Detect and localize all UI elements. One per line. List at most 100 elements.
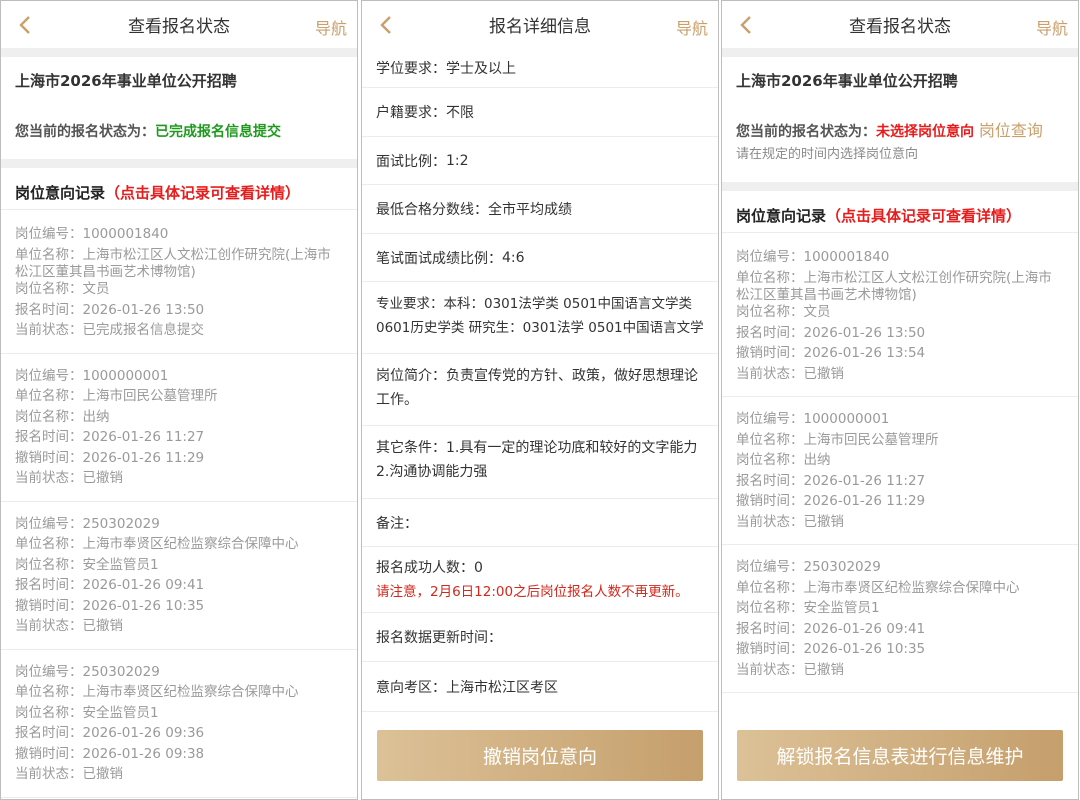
intro-line: 工作。 [376,392,418,408]
record-line: 岗位名称：文员 [15,281,110,297]
record-line: 当前状态：已撤销 [736,513,844,530]
record-line: 报名时间：2026-01-26 09:41 [736,620,926,637]
records-title: 岗位意向记录 [15,184,106,202]
detail-row: 面试比例： 1:2 [362,137,718,185]
detail-row: 笔试面试成绩比例： 4:6 [362,234,718,282]
detail-row: 学位要求： 学士及以上 [362,48,718,88]
record-line: 单位名称：上海市奉贤区纪检监察综合保障中心 [15,684,299,700]
detail-label: 笔试面试成绩比例： [376,250,502,267]
status-line: 您当前的报名状态为：未选择岗位意向 岗位查询 [736,117,1064,141]
status-label: 您当前的报名状态为： [736,124,876,140]
record-line: 撤销时间：2026-01-26 10:35 [736,641,926,657]
detail-label: 面试比例： [376,153,446,170]
back-button[interactable] [736,14,758,36]
record-line: 单位名称：上海市松江区人文松江创作研究院(上海市 [736,269,1052,286]
detail-list: 学位要求： 学士及以上 户籍要求： 不限 面试比例： 1:2 最低合格分数线： 全市平均… [362,48,718,712]
record-item[interactable]: 岗位编号：1000000001 单位名称：上海市回民公墓管理所 岗位名称：出纳 … [722,397,1078,545]
chevron-left-icon [380,16,391,34]
record-line: 岗位名称：安全监管员1 [15,704,159,721]
unlock-form-button[interactable]: 解锁报名信息表进行信息维护 [737,730,1063,781]
record-line: 松江区董其昌书画艺术博物馆) [736,287,917,303]
divider [1,159,357,168]
detail-value: 1:2 [446,152,469,169]
record-line: 岗位编号：1000000001 [15,367,169,384]
record-item[interactable]: 岗位编号：1000000001 单位名称：上海市回民公墓管理所 岗位名称：出纳 … [1,354,357,502]
record-item[interactable]: 岗位编号：250302029 单位名称：上海市奉贤区纪检监察综合保障中心 岗位名… [1,650,357,798]
record-line: 报名时间：2026-01-26 13:50 [736,324,926,341]
status-box: 上海市2026年事业单位公开招聘 您当前的报名状态为：已完成报名信息提交 [1,57,357,151]
record-line: 松江区董其昌书画艺术博物馆) [15,264,196,280]
detail-row-intro: 岗位简介：负责宣传党的方针、政策，做好思想理论 工作。 [362,354,718,426]
divider [722,182,1078,191]
record-line: 单位名称：上海市回民公墓管理所 [736,431,939,448]
detail-row: 户籍要求： 不限 [362,88,718,137]
status-panel-unselected: 查看报名状态 导航 上海市2026年事业单位公开招聘 您当前的报名状态为：未选择… [721,0,1079,800]
back-button[interactable] [15,14,37,36]
record-item[interactable]: 岗位编号：1000001840 单位名称：上海市松江区人文松江创作研究院(上海市… [1,210,357,354]
record-line: 当前状态：已撤销 [736,661,844,678]
page-title: 查看报名状态 [128,17,230,37]
cancel-intention-button[interactable]: 撤销岗位意向 [377,730,703,781]
detail-panel: 报名详细信息 导航 学位要求： 学士及以上 户籍要求： 不限 面试比例： 1:2 最低… [361,0,719,800]
record-line: 当前状态：已撤销 [15,618,123,634]
back-button[interactable] [376,14,398,36]
record-line: 撤销时间：2026-01-26 09:38 [15,745,205,762]
records-hint: （点击具体记录可查看详情） [826,207,1022,225]
nav-link[interactable]: 导航 [315,15,347,39]
record-line: 报名时间：2026-01-26 13:50 [15,301,205,318]
record-line: 当前状态：已撤销 [15,766,123,782]
detail-row-major: 专业要求：本科：0301法学类 0501中国语言文学类 0601历史学类 研究生：… [362,282,718,354]
record-line: 报名时间：2026-01-26 09:41 [15,577,205,593]
nav-link[interactable]: 导航 [676,15,708,39]
detail-row: 意向考区：上海市松江区考区 [362,662,718,712]
record-line: 单位名称：上海市奉贤区纪检监察综合保障中心 [15,536,299,552]
other-line: 2.沟通协调能力强 [376,464,488,480]
detail-label: 最低合格分数线： [376,202,488,218]
intro-line: 岗位简介：负责宣传党的方针、政策，做好思想理论 [376,368,698,384]
success-count: 报名成功人数：0 [376,560,483,576]
detail-row: 备注： [362,499,718,547]
record-line: 撤销时间：2026-01-26 10:35 [15,597,205,614]
record-item[interactable]: 岗位编号：1000001840 单位名称：上海市松江区人文松江创作研究院(上海市… [722,233,1078,397]
record-item[interactable]: 岗位编号：250302029 单位名称：上海市奉贤区纪检监察综合保障中心 岗位名… [722,545,1078,693]
record-line: 撤销时间：2026-01-26 11:29 [736,493,926,509]
record-item[interactable]: 岗位编号：250302029 单位名称：上海市奉贤区纪检监察综合保障中心 岗位名… [1,502,357,650]
record-line: 报名时间：2026-01-26 09:36 [15,725,205,741]
record-line: 岗位编号：1000001840 [736,249,890,265]
nav-link[interactable]: 导航 [1036,15,1068,39]
status-value: 未选择岗位意向 [876,124,974,140]
divider [722,48,1078,57]
position-query-link[interactable]: 岗位查询 [979,121,1043,140]
record-line: 岗位编号：1000000001 [736,411,890,427]
status-label: 您当前的报名状态为： [15,124,155,140]
detail-label: 户籍要求： [376,105,446,121]
record-line: 当前状态：已完成报名信息提交 [15,322,204,338]
update-time-label: 报名数据更新时间： [376,630,502,646]
detail-value: 不限 [446,105,474,121]
exam-area: 意向考区：上海市松江区考区 [376,679,558,696]
detail-value: 学士及以上 [446,60,516,77]
chevron-left-icon [19,16,30,34]
page-title: 查看报名状态 [849,17,951,37]
record-line: 报名时间：2026-01-26 11:27 [15,429,205,445]
records-header: 岗位意向记录（点击具体记录可查看详情） [1,168,357,210]
records-title: 岗位意向记录 [736,207,827,225]
footer: 撤销岗位意向 [362,717,718,799]
record-line: 岗位编号：250302029 [15,663,160,680]
major-line: 0601历史学类 研究生：0301法学 0501中国语言文学 [376,320,704,336]
record-line: 岗位名称：安全监管员1 [15,556,159,573]
detail-value: 4:6 [502,249,525,266]
status-panel-completed: 查看报名状态 导航 上海市2026年事业单位公开招聘 您当前的报名状态为：已完成… [0,0,358,800]
page-title: 报名详细信息 [489,17,591,37]
status-value: 已完成报名信息提交 [155,124,281,140]
status-line: 您当前的报名状态为：已完成报名信息提交 [15,121,343,141]
header: 报名详细信息 导航 [362,1,718,48]
divider [1,48,357,57]
project-name: 上海市2026年事业单位公开招聘 [736,72,958,90]
record-line: 单位名称：上海市回民公墓管理所 [15,388,218,404]
record-line: 撤销时间：2026-01-26 13:54 [736,345,926,361]
record-line: 岗位名称：出纳 [15,408,110,425]
record-line: 岗位名称：出纳 [736,452,831,468]
record-line: 岗位编号：250302029 [15,515,160,532]
records-list: 岗位编号：1000001840 单位名称：上海市松江区人文松江创作研究院(上海市… [1,210,357,798]
